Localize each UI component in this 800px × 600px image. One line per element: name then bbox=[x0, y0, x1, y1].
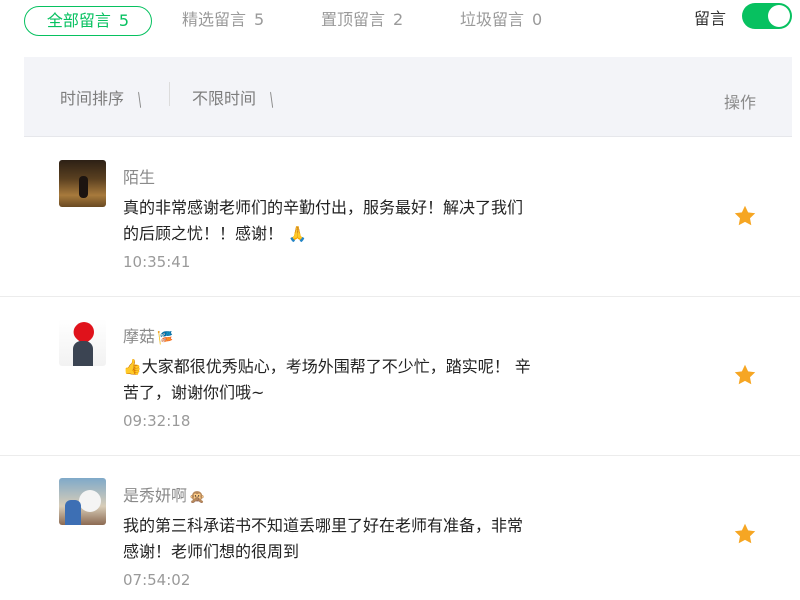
thumbs-up-emoji: 👍 bbox=[123, 358, 142, 376]
avatar[interactable] bbox=[59, 319, 106, 366]
tab-count: 5 bbox=[254, 10, 265, 29]
comment-item: 是秀妍啊 🙊 我的第三科承诺书不知道丢哪里了好在老师有准备，非常感谢！老师们想的很… bbox=[0, 456, 800, 600]
toggle-knob bbox=[768, 5, 790, 27]
time-range-dropdown[interactable]: 不限时间 ╱ bbox=[192, 85, 279, 109]
comments-toggle-switch[interactable] bbox=[742, 3, 792, 29]
filter-header: 时间排序 ╱ 不限时间 ╱ 操作 bbox=[24, 57, 792, 137]
edit-icon: ╱ bbox=[132, 92, 147, 108]
commenter-name-text: 是秀妍啊 bbox=[123, 486, 188, 505]
figure-shape bbox=[73, 341, 93, 366]
commenter-name-text: 陌生 bbox=[123, 168, 156, 187]
tab-label: 全部留言 bbox=[46, 11, 111, 30]
actions-column-header: 操作 bbox=[723, 93, 756, 112]
avatar[interactable] bbox=[59, 160, 106, 207]
comment-text-body: 大家都很优秀贴心，考场外围帮了不少忙，踏实呢！ 辛苦了，谢谢你们哦~ bbox=[123, 357, 531, 402]
comment-text: 👍大家都很优秀贴心，考场外围帮了不少忙，踏实呢！ 辛苦了，谢谢你们哦~ bbox=[123, 354, 533, 406]
comment-text-body: 真的非常感谢老师们的辛勤付出，服务最好！解决了我们的后顾之忧！！感谢！ bbox=[123, 198, 524, 243]
tab-count: 2 bbox=[393, 10, 404, 29]
comment-text: 真的非常感谢老师们的辛勤付出，服务最好！解决了我们的后顾之忧！！感谢！ 🙏 bbox=[123, 195, 533, 247]
comment-time: 07:54:02 bbox=[123, 571, 191, 589]
tab-count: 0 bbox=[532, 10, 543, 29]
tab-featured-comments[interactable]: 精选留言 5 bbox=[182, 6, 264, 36]
commenter-name: 摩菇 🎏 bbox=[123, 323, 173, 347]
comments-toggle-label: 留言 bbox=[694, 9, 727, 28]
avatar[interactable] bbox=[59, 478, 106, 525]
comment-item: 陌生 真的非常感谢老师们的辛勤付出，服务最好！解决了我们的后顾之忧！！感谢！ 🙏… bbox=[0, 138, 800, 297]
divider bbox=[169, 82, 170, 106]
tab-label: 置顶留言 bbox=[321, 10, 386, 29]
star-icon[interactable] bbox=[733, 363, 757, 387]
star-icon[interactable] bbox=[733, 204, 757, 228]
pray-emoji: 🙏 bbox=[288, 225, 307, 243]
cotton-candy-shape bbox=[79, 490, 101, 512]
tab-label: 精选留言 bbox=[182, 10, 247, 29]
tab-count: 5 bbox=[118, 11, 130, 30]
comment-text-body: 我的第三科承诺书不知道丢哪里了好在老师有准备，非常感谢！老师们想的很周到 bbox=[123, 516, 524, 561]
sort-by-time-dropdown[interactable]: 时间排序 ╱ bbox=[60, 85, 147, 109]
tab-pinned-comments[interactable]: 置顶留言 2 bbox=[321, 6, 403, 36]
tab-label: 垃圾留言 bbox=[460, 10, 525, 29]
time-range-label: 不限时间 bbox=[192, 89, 257, 108]
tab-all-comments[interactable]: 全部留言 5 bbox=[24, 6, 152, 36]
tab-spam-comments[interactable]: 垃圾留言 0 bbox=[460, 6, 542, 36]
comment-time: 09:32:18 bbox=[123, 412, 191, 430]
sort-label: 时间排序 bbox=[60, 89, 125, 108]
comment-tabs: 全部留言 5 精选留言 5 置顶留言 2 垃圾留言 0 留言 bbox=[0, 0, 800, 42]
star-icon[interactable] bbox=[733, 522, 757, 546]
monkey-emoji: 🙊 bbox=[189, 490, 206, 505]
commenter-name: 陌生 bbox=[123, 164, 155, 188]
commenter-name-text: 摩菇 bbox=[123, 327, 156, 346]
comment-text: 我的第三科承诺书不知道丢哪里了好在老师有准备，非常感谢！老师们想的很周到 bbox=[123, 513, 533, 565]
figure-shape bbox=[65, 500, 81, 525]
comment-item: 摩菇 🎏 👍大家都很优秀贴心，考场外围帮了不少忙，踏实呢！ 辛苦了，谢谢你们哦~ … bbox=[0, 297, 800, 456]
edit-icon: ╱ bbox=[264, 92, 279, 108]
commenter-name: 是秀妍啊 🙊 bbox=[123, 482, 205, 506]
flag-emoji: 🎏 bbox=[157, 331, 174, 346]
comment-time: 10:35:41 bbox=[123, 253, 191, 271]
